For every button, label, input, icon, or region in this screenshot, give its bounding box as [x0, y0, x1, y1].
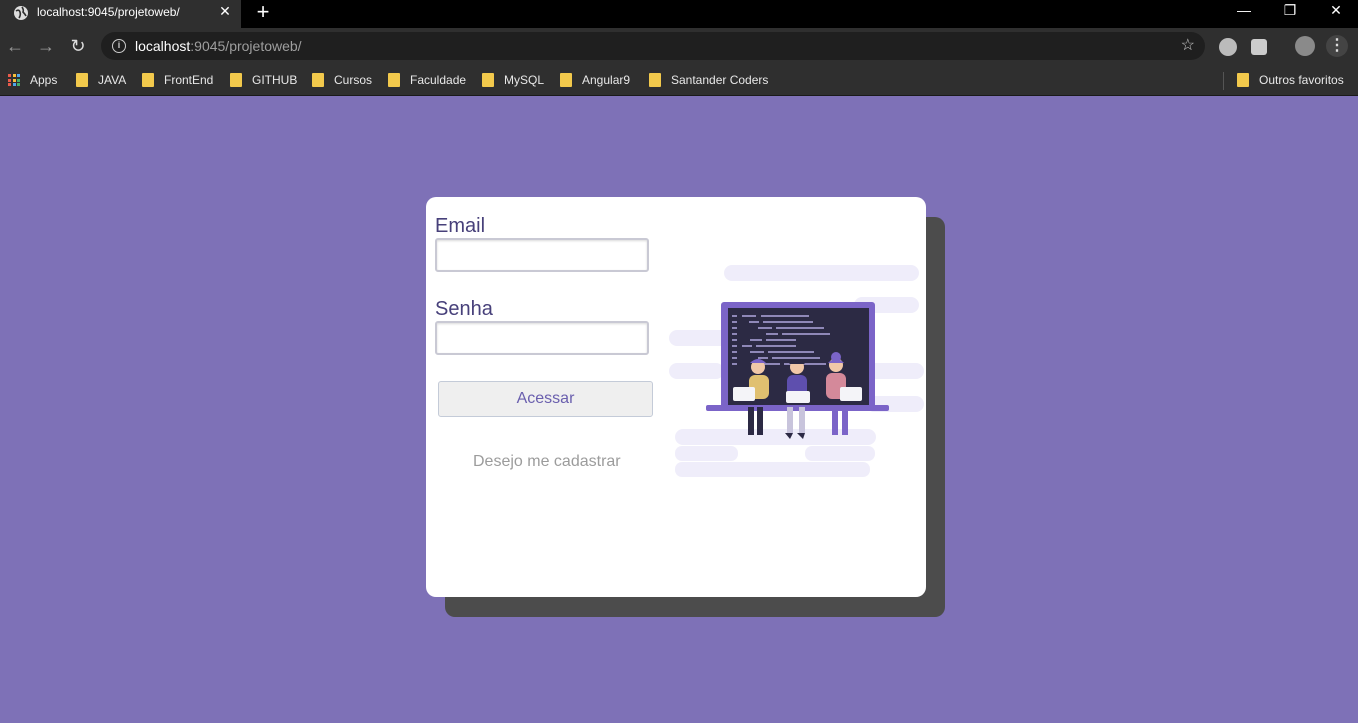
browser-toolbar: ← → ↻ i localhost:9045/projetoweb/ ☆ [0, 28, 1358, 64]
folder-icon [230, 73, 242, 87]
extension-compass-icon[interactable] [1219, 38, 1237, 56]
menu-icon[interactable]: ⋮ [1326, 35, 1348, 57]
bookmark-java[interactable]: JAVA [76, 71, 126, 89]
bookmark-label: Outros favoritos [1259, 73, 1344, 87]
tab-title: localhost:9045/projetoweb/ [37, 5, 180, 19]
developers-illustration [669, 265, 924, 477]
minimize-button[interactable]: — [1221, 0, 1267, 22]
bookmark-angular9[interactable]: Angular9 [560, 71, 630, 89]
reload-button[interactable]: ↻ [67, 35, 89, 57]
bookmark-other-favorites[interactable]: Outros favoritos [1237, 71, 1344, 89]
url-text: localhost:9045/projetoweb/ [135, 38, 302, 54]
bookmark-label: Cursos [334, 73, 373, 87]
folder-icon [388, 73, 400, 87]
avatar[interactable] [1295, 36, 1315, 56]
info-icon[interactable]: i [112, 39, 126, 53]
folder-icon [142, 73, 154, 87]
folder-icon [649, 73, 661, 87]
browser-tab[interactable]: localhost:9045/projetoweb/ ✕ [0, 0, 241, 28]
new-tab-button[interactable]: + [253, 1, 273, 23]
folder-icon [482, 73, 494, 87]
globe-icon [14, 6, 28, 20]
bookmark-santander-coders[interactable]: Santander Coders [649, 71, 768, 89]
url-path: :9045/projetoweb/ [190, 38, 302, 54]
email-label: Email [435, 215, 486, 237]
bookmark-star-icon[interactable]: ☆ [1181, 36, 1195, 56]
register-link[interactable]: Desejo me cadastrar [473, 453, 621, 471]
password-label: Senha [435, 298, 493, 320]
bookmark-label: Apps [30, 73, 58, 87]
bookmark-label: Faculdade [410, 73, 467, 87]
bookmark-label: GITHUB [252, 73, 298, 87]
extension-cube-icon[interactable] [1251, 39, 1267, 55]
close-window-button[interactable]: ✕ [1313, 0, 1358, 22]
bookmarks-bar: Apps JAVA FrontEnd GITHUB Cursos Faculda… [0, 64, 1358, 96]
folder-icon [560, 73, 572, 87]
bookmark-label: Santander Coders [671, 73, 769, 87]
bookmark-mysql[interactable]: MySQL [482, 71, 544, 89]
url-host: localhost [135, 38, 191, 54]
bookmark-label: MySQL [504, 73, 545, 87]
bookmarks-divider [1223, 72, 1224, 90]
forward-button[interactable]: → [35, 35, 57, 57]
bookmark-faculdade[interactable]: Faculdade [388, 71, 466, 89]
back-button[interactable]: ← [4, 35, 26, 57]
bookmark-github[interactable]: GITHUB [230, 71, 297, 89]
bookmark-label: JAVA [98, 73, 127, 87]
close-tab-icon[interactable]: ✕ [217, 3, 233, 19]
bookmark-frontend[interactable]: FrontEnd [142, 71, 213, 89]
login-button[interactable]: Acessar [438, 381, 653, 417]
bookmark-label: Angular9 [582, 73, 631, 87]
restore-button[interactable]: ❐ [1267, 0, 1313, 22]
tab-strip: localhost:9045/projetoweb/ ✕ + — ❐ ✕ [0, 0, 1358, 28]
folder-icon [76, 73, 88, 87]
bookmark-label: FrontEnd [164, 73, 214, 87]
bookmark-apps[interactable]: Apps [8, 71, 57, 89]
bookmark-cursos[interactable]: Cursos [312, 71, 372, 89]
apps-grid-icon [8, 74, 20, 86]
email-field[interactable] [435, 238, 649, 272]
login-card: Email Senha Acessar Desejo me cadastrar [426, 197, 926, 597]
folder-icon [1237, 73, 1249, 87]
address-bar[interactable]: i localhost:9045/projetoweb/ ☆ [101, 32, 1205, 60]
password-field[interactable] [435, 321, 649, 355]
folder-icon [312, 73, 324, 87]
